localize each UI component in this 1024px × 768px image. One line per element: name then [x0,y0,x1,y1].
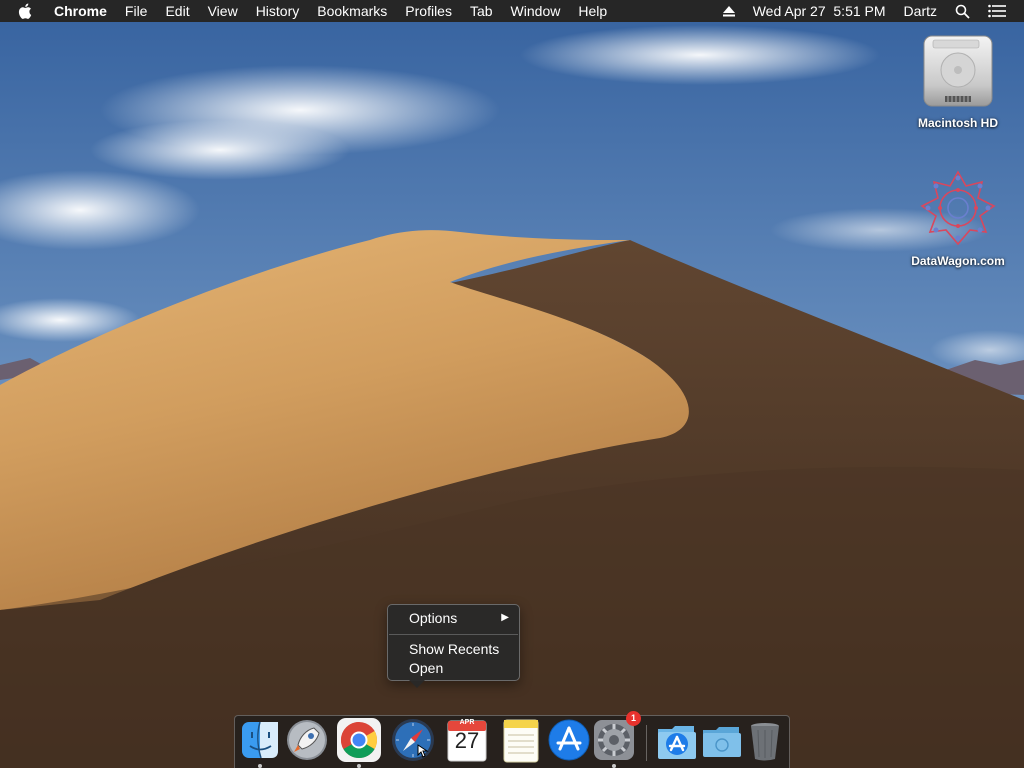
running-indicator [612,764,616,768]
dock-item-app-store[interactable] [546,717,592,763]
menu-tab[interactable]: Tab [461,0,502,22]
calendar-day: 27 [454,728,480,753]
running-indicator [357,764,361,768]
dock-item-chrome[interactable] [336,717,382,763]
desktop-icon-macintosh-hd[interactable]: Macintosh HD [903,32,1013,130]
desktop-icon-datawagon[interactable]: DataWagon.com [903,168,1013,268]
menu-profiles[interactable]: Profiles [396,0,461,22]
menu-item-open[interactable]: Open [409,659,509,677]
safari-icon [392,719,434,761]
dock-item-applications[interactable] [654,717,700,763]
dock-separator [646,725,647,761]
menu-item-label: Options [409,610,458,626]
dock-item-system-preferences[interactable]: 1 [591,711,641,763]
menu-file[interactable]: File [116,0,157,22]
calendar-month: APR [459,719,475,726]
dock-item-safari[interactable] [390,717,436,763]
datawagon-logo-icon [920,170,996,246]
dock: APR 27 1 [234,711,790,768]
dock-context-menu: Options ▶ Show Recents Open [387,604,520,688]
app-store-icon [548,719,590,761]
trash-icon [751,723,779,761]
menu-pointer [409,680,425,688]
menu-bookmarks[interactable]: Bookmarks [308,0,396,22]
desktop-icon-label: Macintosh HD [917,116,998,130]
notification-badge: 1 [626,711,641,726]
menu-edit[interactable]: Edit [156,0,198,22]
menu-help[interactable]: Help [569,0,616,22]
dock-item-downloads[interactable] [699,717,745,763]
running-indicator [258,764,262,768]
desktop-icon-label: DataWagon.com [911,254,1005,268]
menubar-user[interactable]: Dartz [895,3,946,19]
menu-app-name[interactable]: Chrome [54,0,116,22]
menu-item-label: Open [409,660,444,676]
dock-item-notes[interactable] [498,717,544,763]
applications-folder-icon [658,726,696,759]
hard-drive-icon [923,35,993,107]
menu-item-show-recents[interactable]: Show Recents [409,640,509,658]
finder-icon [242,721,278,759]
submenu-arrow-icon: ▶ [501,612,509,623]
menu-item-options[interactable]: Options ▶ [409,609,509,627]
menu-window[interactable]: Window [502,0,570,22]
spotlight-search-icon[interactable] [946,4,979,19]
dock-item-launchpad[interactable] [284,717,330,763]
launchpad-icon [287,720,327,760]
downloads-folder-icon [703,727,741,757]
menu-view[interactable]: View [199,0,247,22]
eject-icon[interactable] [714,5,744,17]
apple-logo-icon[interactable] [18,3,40,19]
menu-item-label: Show Recents [409,641,500,657]
menubar-clock[interactable]: Wed Apr 27 5:51 PM [744,3,895,19]
menu-separator [389,634,518,635]
notification-center-icon[interactable] [979,4,1024,18]
menu-bar: Chrome File Edit View History Bookmarks … [0,0,1024,22]
dock-item-calendar[interactable]: APR 27 [444,717,490,763]
chrome-icon [337,718,381,762]
dock-item-trash[interactable] [742,717,788,763]
menu-history[interactable]: History [247,0,309,22]
dock-item-finder[interactable] [237,717,283,763]
notes-icon [503,719,539,763]
